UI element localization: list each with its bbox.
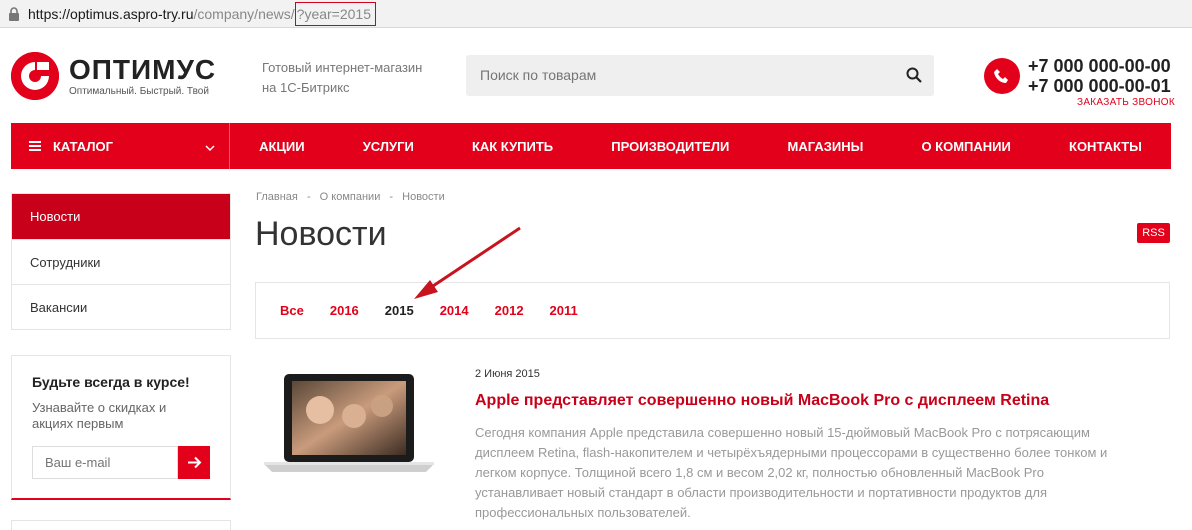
breadcrumb: Главная - О компании - Новости [256, 191, 451, 203]
phone-number-2[interactable]: +7 000 000-00-01 [1028, 76, 1171, 96]
phone-icon [984, 58, 1020, 94]
header-tagline: Готовый интернет-магазин на 1С-Битрикс [262, 58, 422, 98]
nav-item-contacts[interactable]: КОНТАКТЫ [1069, 139, 1142, 154]
logo-mark-icon [11, 52, 59, 100]
sidebar-item-staff[interactable]: Сотрудники [12, 239, 230, 284]
year-filter-all[interactable]: Все [280, 303, 304, 318]
url-path: /company/news/ [193, 5, 295, 22]
search-input[interactable] [480, 55, 880, 96]
nav-item-about[interactable]: О КОМПАНИИ [921, 139, 1010, 154]
article-text-line: устанавливает новый стандарт в области п… [475, 485, 1048, 500]
rss-button[interactable]: RSS [1137, 223, 1170, 243]
subscribe-text: Узнавайте о скидках и акциях первым [32, 400, 210, 432]
article-title-link[interactable]: Apple представляет совершенно новый MacB… [475, 392, 1049, 410]
page-title: Новости [255, 215, 387, 253]
year-filter-2011[interactable]: 2011 [550, 303, 578, 318]
tagline-line: Готовый интернет-магазин [262, 60, 423, 75]
url-host: optimus.aspro-try.ru [70, 5, 194, 22]
breadcrumb-home[interactable]: Главная [256, 191, 298, 203]
catalog-label: КАТАЛОГ [53, 138, 113, 154]
arrow-right-icon [188, 456, 202, 469]
year-filter-2014[interactable]: 2014 [440, 303, 469, 318]
nav-item-how-to-buy[interactable]: КАК КУПИТЬ [472, 139, 553, 154]
url-scheme: https:// [28, 5, 71, 22]
email-field[interactable] [32, 446, 178, 479]
article-text-line: дисплеем Retina, flash-накопителем и чет… [475, 445, 1108, 460]
nav-item-services[interactable]: УСЛУГИ [363, 139, 414, 154]
logo-name: ОПТИМУС [69, 53, 217, 85]
tagline-line: на 1С-Битрикс [262, 80, 350, 95]
nav-item-manufacturers[interactable]: ПРОИЗВОДИТЕЛИ [611, 139, 729, 154]
article-text-line: профессиональных пользователей. [475, 505, 691, 520]
article-text-line: Сегодня компания Apple представила совер… [475, 425, 1090, 440]
article-text-line: легком корпусе. Толщиной всего 1,8 см и … [475, 465, 1044, 480]
article-image[interactable] [258, 372, 440, 476]
site-logo[interactable]: ОПТИМУС Оптимальный. Быстрый. Твой [11, 52, 216, 100]
breadcrumb-separator: - [389, 191, 394, 203]
phone-numbers: +7 000 000-00-00 +7 000 000-00-01 [1028, 56, 1171, 96]
subscribe-block: Будьте всегда в курсе! Узнавайте о скидк… [11, 355, 231, 500]
article-date: 2 Июня 2015 [475, 368, 540, 380]
search-box [466, 55, 934, 96]
breadcrumb-separator: - [306, 191, 311, 203]
lock-icon [8, 6, 20, 21]
annotation-arrow-icon [414, 226, 521, 299]
menu-icon [29, 141, 41, 151]
nav-item-stores[interactable]: МАГАЗИНЫ [788, 139, 864, 154]
breadcrumb-company[interactable]: О компании [320, 191, 381, 203]
subscribe-button[interactable] [178, 446, 210, 479]
search-icon[interactable] [906, 67, 922, 83]
url-query-highlight: ?year=2015 [294, 1, 376, 26]
year-filter-2012[interactable]: 2012 [495, 303, 524, 318]
year-filter: Все 2016 2015 2014 2012 2011 [255, 282, 1170, 339]
site-header: ОПТИМУС Оптимальный. Быстрый. Твой Готов… [0, 28, 1192, 123]
sidebar-item-vacancies[interactable]: Вакансии [12, 284, 230, 329]
article-preview-text: Сегодня компания Apple представила совер… [475, 423, 1155, 523]
sidebar-menu: Новости Сотрудники Вакансии [11, 193, 231, 330]
breadcrumb-news: Новости [402, 191, 445, 203]
phone-number-1[interactable]: +7 000 000-00-00 [1028, 56, 1171, 76]
logo-slogan: Оптимальный. Быстрый. Твой [69, 85, 209, 97]
main-nav: КАТАЛОГ АКЦИИ УСЛУГИ КАК КУПИТЬ ПРОИЗВОД… [11, 123, 1171, 169]
year-filter-2015[interactable]: 2015 [385, 303, 414, 318]
subscribe-text-line: Узнавайте о скидках и [32, 400, 167, 415]
year-filter-2016[interactable]: 2016 [330, 303, 359, 318]
chevron-down-icon [205, 140, 215, 155]
subscribe-title: Будьте всегда в курсе! [32, 374, 190, 390]
catalog-menu-button[interactable]: КАТАЛОГ [11, 123, 230, 169]
sidebar-next-block [11, 520, 231, 530]
callback-link[interactable]: ЗАКАЗАТЬ ЗВОНОК [1077, 97, 1175, 108]
nav-item-promotions[interactable]: АКЦИИ [259, 139, 305, 154]
address-bar[interactable]: https:// optimus.aspro-try.ru /company/n… [0, 0, 1192, 28]
subscribe-text-line: акциях первым [32, 416, 124, 431]
sidebar-item-news[interactable]: Новости [12, 194, 230, 239]
